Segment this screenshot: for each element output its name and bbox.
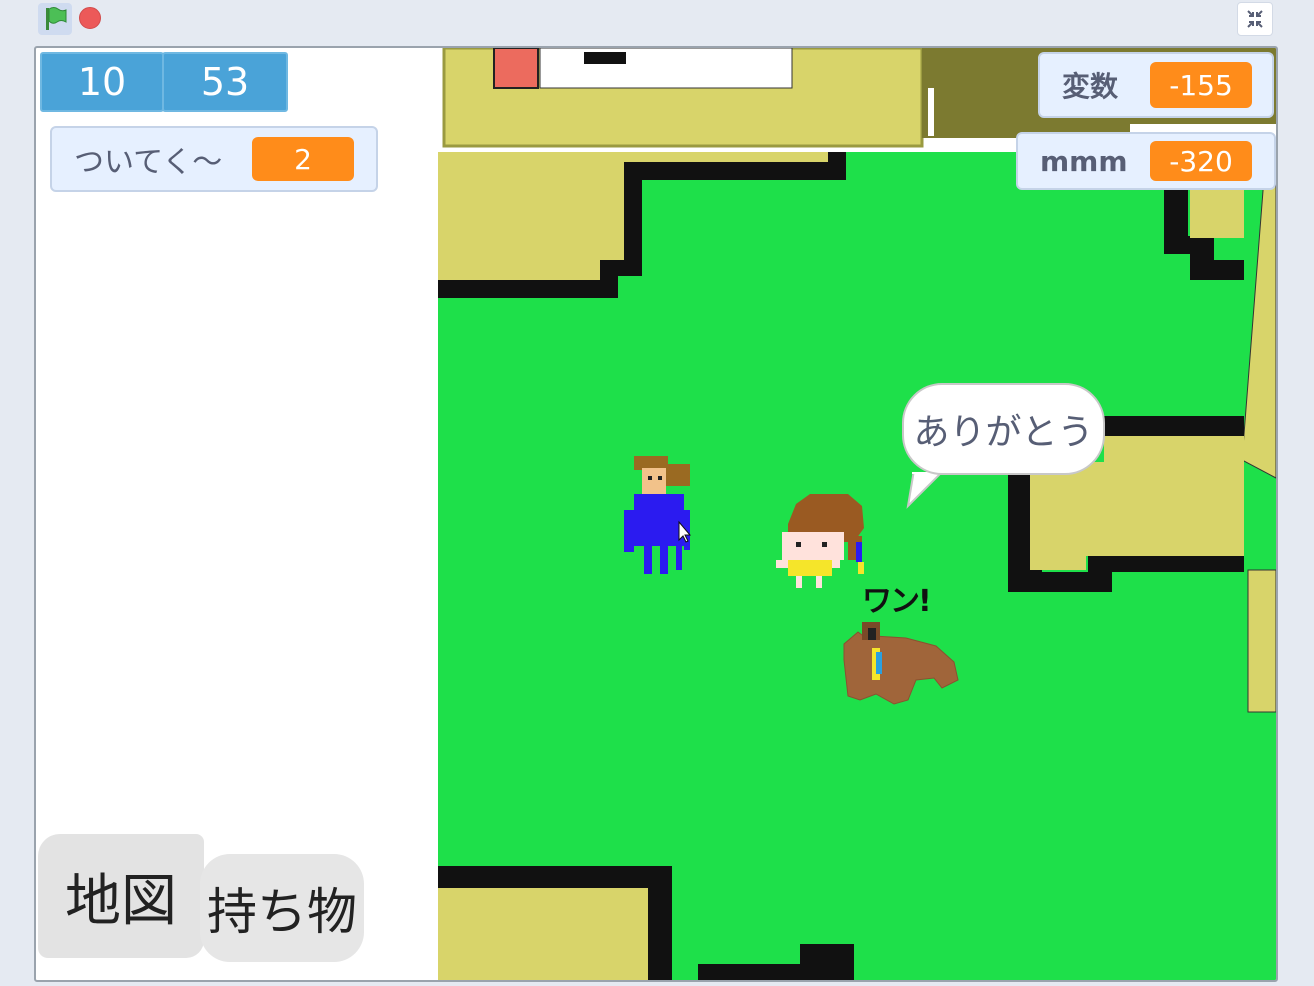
- map-button[interactable]: 地図: [38, 834, 204, 958]
- dog-bark-text: ワン!: [862, 584, 932, 619]
- red-sign: [493, 48, 539, 89]
- map-button-label: 地図: [65, 868, 177, 934]
- speech-text: ありがとう: [913, 412, 1094, 453]
- game-stage[interactable]: 10 53 ついてく〜 2 変数 -155 mmm -320 ありがとう ワン!…: [34, 46, 1278, 982]
- speech-bubble: ありがとう: [902, 383, 1105, 475]
- counter-monitor-2: 53: [162, 52, 288, 112]
- mmm-monitor-value: -320: [1150, 141, 1252, 181]
- black-bar: [584, 52, 626, 64]
- mmm-monitor: mmm -320: [1016, 132, 1276, 190]
- building-bottom-left: [438, 888, 648, 980]
- mmm-monitor-label: mmm: [1040, 144, 1128, 178]
- inventory-button[interactable]: 持ち物: [200, 854, 364, 962]
- hensu-monitor: 変数 -155: [1038, 52, 1274, 118]
- follow-monitor-label: ついてく〜: [74, 145, 223, 180]
- hensu-monitor-label: 変数: [1062, 70, 1119, 103]
- shrink-icon: [1247, 10, 1263, 28]
- stop-button[interactable]: [79, 7, 101, 29]
- speech-bubble-tail: [906, 472, 946, 509]
- follow-monitor-value: 2: [252, 137, 354, 181]
- hensu-monitor-value: -155: [1150, 62, 1252, 108]
- exit-fullscreen-button[interactable]: [1237, 2, 1273, 36]
- inventory-button-label: 持ち物: [207, 883, 357, 941]
- follow-monitor: ついてく〜 2: [50, 126, 378, 192]
- counter-value-1: 10: [77, 60, 127, 104]
- green-flag-icon: [46, 7, 67, 30]
- white-panel: [539, 48, 793, 89]
- green-flag-button[interactable]: [38, 3, 72, 35]
- counter-value-2: 53: [200, 60, 250, 104]
- stage-toolbar: [0, 0, 1314, 42]
- roof-post: [928, 88, 934, 136]
- counter-monitor-1: 10: [40, 52, 164, 112]
- building-right-lower: [1247, 569, 1276, 713]
